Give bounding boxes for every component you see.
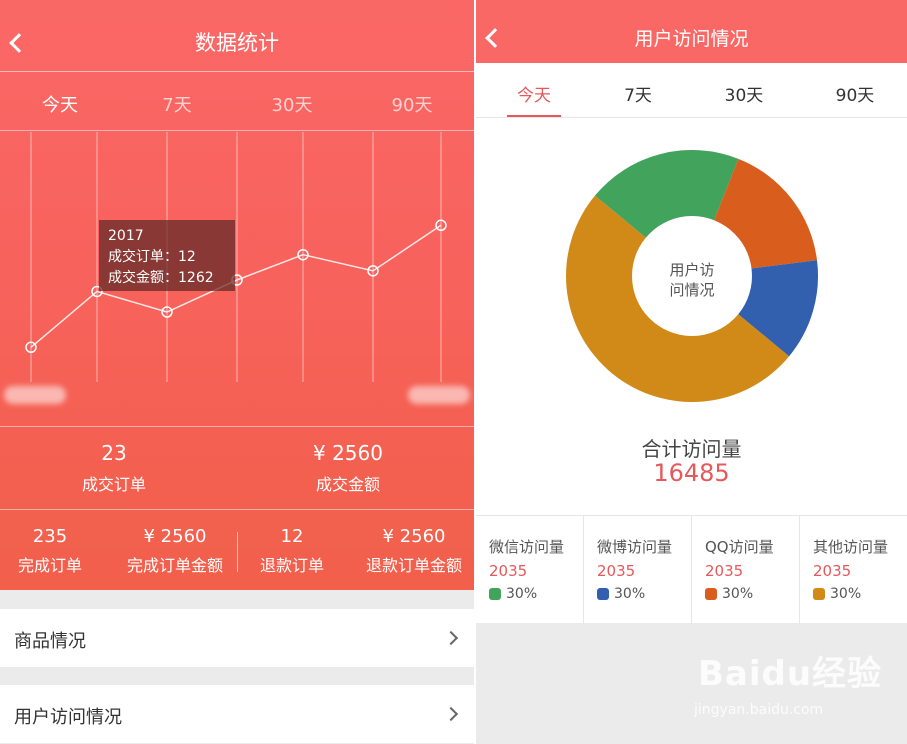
legend-swatch (597, 588, 609, 600)
tab-today[interactable]: 今天 (480, 81, 588, 106)
channel-name: QQ访问量 (705, 538, 774, 556)
divider (0, 509, 474, 510)
page-title: 用户访问情况 (634, 28, 749, 50)
summary-orders-label: 成交订单 (81, 475, 146, 494)
channel-wechat: 微信访问量 2035 30% (476, 516, 584, 624)
row-products[interactable]: 商品情况 (0, 609, 474, 667)
channel-count: 2035 (705, 562, 744, 580)
channel-count: 2035 (489, 562, 528, 580)
summary-amount: ¥ 2560 成交金额 (286, 441, 410, 495)
summary-orders-value: 23 (101, 441, 127, 465)
detail-label: 退款订单 (259, 556, 324, 575)
detail-refund-orders: 12 退款订单 (250, 526, 334, 576)
tooltip-amount: 成交金额：1262 (108, 269, 214, 286)
channel-breakdown: 微信访问量 2035 30% 微博访问量 2035 30% QQ访问量 2035… (476, 515, 907, 624)
summary-amount-label: 成交金额 (315, 475, 380, 494)
detail-value: ¥ 2560 (143, 526, 207, 547)
channel-other: 其他访问量 2035 30% (800, 516, 907, 624)
active-tab-indicator (507, 115, 561, 117)
total-visits-label: 合计访问量 (641, 437, 742, 461)
legend-swatch (705, 588, 717, 600)
detail-completed-amount: ¥ 2560 完成订单金额 (117, 526, 233, 576)
visits-content: 今天 7天 30天 90天 用户访 问情况 合计访问量 16485 微信访问量 … (476, 63, 907, 624)
channel-count: 2035 (597, 562, 636, 580)
channel-percent: 30% (722, 586, 754, 602)
row-products-label: 商品情况 (14, 631, 86, 652)
channel-percent: 30% (614, 586, 646, 602)
tooltip-orders: 成交订单：12 (108, 248, 196, 265)
vertical-divider (237, 532, 238, 572)
row-user-visits[interactable]: 用户访问情况 (0, 685, 474, 743)
donut-chart[interactable]: 用户访 问情况 (564, 148, 820, 404)
header: 数据统计 (0, 0, 474, 72)
divider (0, 426, 474, 427)
channel-name: 微信访问量 (489, 538, 565, 556)
blurred-axis-label (4, 386, 66, 404)
page-title: 数据统计 (195, 31, 279, 55)
period-tabs: 今天 7天 30天 90天 (0, 72, 474, 131)
detail-label: 完成订单金额 (126, 556, 223, 575)
tab-today[interactable]: 今天 (1, 91, 119, 117)
baidu-watermark: Baidu经验 (698, 654, 883, 694)
channel-percent: 30% (830, 586, 862, 602)
channel-name: 微博访问量 (597, 538, 673, 556)
donut-center-line2: 问情况 (669, 281, 714, 299)
chevron-right-icon (443, 706, 459, 722)
total-visits-value: 16485 (653, 459, 730, 487)
tooltip-date: 2017 (108, 228, 144, 244)
detail-label: 退款订单金额 (365, 556, 462, 575)
detail-label: 完成订单 (17, 556, 82, 575)
legend-swatch (489, 588, 501, 600)
chart-line (30, 224, 442, 348)
summary-amount-value: ¥ 2560 (313, 441, 383, 465)
header: 用户访问情况 (476, 0, 907, 63)
blurred-axis-label (408, 386, 470, 404)
detail-value: ¥ 2560 (382, 526, 446, 547)
line-chart[interactable]: 2017 成交订单：12 成交金额：1262 (0, 132, 474, 382)
tab-7days[interactable]: 7天 (584, 81, 692, 106)
chevron-right-icon (443, 630, 459, 646)
detail-value: 235 (32, 526, 68, 547)
row-user-visits-label: 用户访问情况 (14, 707, 122, 728)
channel-weibo: 微博访问量 2035 30% (584, 516, 692, 624)
statistics-screen: 数据统计 今天 7天 30天 90天 2017 成交订单：12 成交金额：126… (0, 0, 474, 744)
tab-90days[interactable]: 90天 (801, 81, 907, 106)
period-tabs: 今天 7天 30天 90天 (476, 63, 907, 118)
channel-name: 其他访问量 (813, 538, 889, 556)
channel-count: 2035 (813, 562, 852, 580)
donut-center-line1: 用户访 (669, 261, 714, 279)
channel-qq: QQ访问量 2035 30% (692, 516, 800, 624)
tab-30days[interactable]: 30天 (690, 81, 798, 106)
detail-value: 12 (280, 526, 304, 547)
tab-90days[interactable]: 90天 (353, 91, 471, 117)
legend-swatch (813, 588, 825, 600)
tab-30days[interactable]: 30天 (233, 91, 351, 117)
detail-completed-orders: 235 完成订单 (8, 526, 92, 576)
tab-7days[interactable]: 7天 (118, 91, 236, 117)
user-visits-screen: 用户访问情况 今天 7天 30天 90天 用户访 问情况 合计访问量 16485… (476, 0, 907, 744)
detail-refund-amount: ¥ 2560 退款订单金额 (356, 526, 472, 576)
channel-percent: 30% (506, 586, 538, 602)
summary-orders: 23 成交订单 (52, 441, 176, 495)
baidu-watermark-url: jingyan.baidu.com (694, 702, 824, 718)
